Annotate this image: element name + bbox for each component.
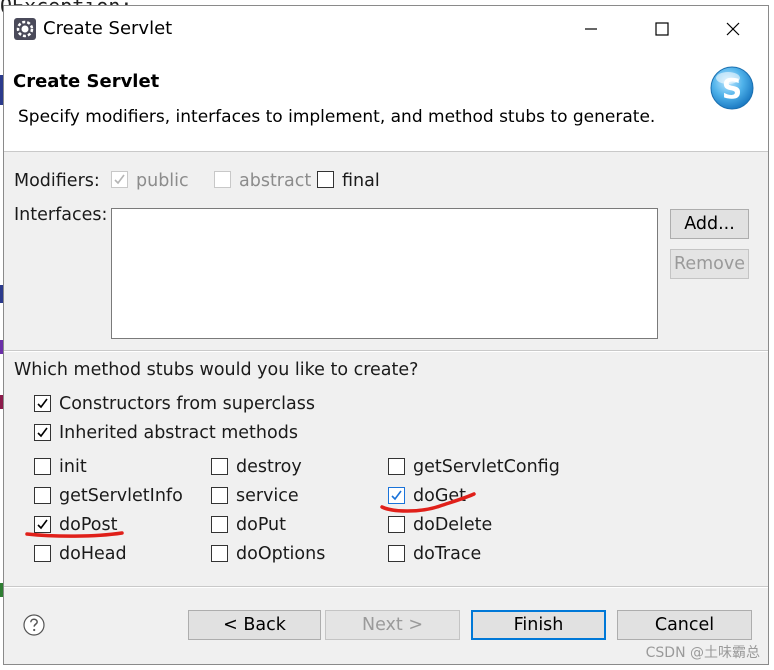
service-checkbox[interactable] [211, 487, 228, 504]
getservletinfo-checkbox[interactable] [34, 487, 51, 504]
minimize-icon [585, 28, 597, 30]
init-label: init [59, 457, 87, 477]
service-label: service [236, 486, 299, 506]
stubs-question: Which method stubs would you like to cre… [14, 360, 419, 380]
inherited-abstract-label: Inherited abstract methods [59, 423, 298, 443]
abstract-checkbox[interactable] [214, 171, 231, 188]
inherited-abstract-checkbox[interactable] [34, 424, 51, 441]
check-icon [37, 427, 48, 438]
servlet-logo-letter: S [722, 72, 742, 105]
getservletinfo-label: getServletInfo [59, 486, 183, 506]
servlet-logo-icon: S [710, 66, 754, 110]
destroy-checkbox[interactable] [211, 458, 228, 475]
separator [4, 351, 768, 352]
help-icon[interactable] [23, 614, 45, 636]
interfaces-label: Interfaces: [14, 205, 108, 225]
dotrace-label: doTrace [413, 544, 482, 564]
create-servlet-dialog: Create Servlet Create Servlet Specify mo… [3, 5, 769, 665]
doget-checkbox[interactable] [388, 487, 405, 504]
watermark-text: CSDN @土味霸总 [645, 645, 760, 661]
finish-button[interactable]: Finish [471, 610, 606, 640]
doget-label: doGet [413, 486, 467, 506]
final-label: final [342, 171, 380, 191]
public-checkbox[interactable] [111, 171, 128, 188]
window-title: Create Servlet [43, 18, 173, 39]
constructors-label: Constructors from superclass [59, 394, 315, 414]
dooptions-label: doOptions [236, 544, 326, 564]
dohead-label: doHead [59, 544, 127, 564]
dohead-checkbox[interactable] [34, 545, 51, 562]
close-button[interactable] [698, 6, 768, 52]
separator [4, 587, 768, 588]
minimize-button[interactable] [556, 6, 626, 52]
final-checkbox[interactable] [317, 171, 334, 188]
abstract-label: abstract [239, 171, 312, 191]
dopost-checkbox[interactable] [34, 516, 51, 533]
remove-interface-button[interactable]: Remove [670, 249, 749, 279]
interfaces-list[interactable] [111, 208, 658, 339]
wizard-title: Create Servlet [13, 71, 160, 92]
getservletconfig-checkbox[interactable] [388, 458, 405, 475]
doput-label: doPut [236, 515, 287, 535]
dodelete-label: doDelete [413, 515, 493, 535]
init-checkbox[interactable] [34, 458, 51, 475]
modifiers-label: Modifiers: [14, 171, 100, 191]
dotrace-checkbox[interactable] [388, 545, 405, 562]
doput-checkbox[interactable] [211, 516, 228, 533]
getservletconfig-label: getServletConfig [413, 457, 560, 477]
title-bar[interactable]: Create Servlet [4, 6, 768, 52]
public-label: public [136, 171, 189, 191]
add-interface-button[interactable]: Add... [670, 209, 749, 239]
check-icon [391, 490, 402, 501]
next-button[interactable]: Next > [325, 610, 460, 640]
check-icon [37, 398, 48, 409]
dodelete-checkbox[interactable] [388, 516, 405, 533]
close-icon [726, 22, 740, 36]
check-icon [114, 174, 125, 185]
dooptions-checkbox[interactable] [211, 545, 228, 562]
gear-icon [14, 18, 36, 40]
back-button[interactable]: < Back [188, 610, 321, 640]
wizard-header: Create Servlet Specify modifiers, interf… [4, 52, 768, 152]
dopost-label: doPost [59, 515, 118, 535]
destroy-label: destroy [236, 457, 302, 477]
wizard-description: Specify modifiers, interfaces to impleme… [18, 107, 656, 127]
cancel-button[interactable]: Cancel [617, 610, 752, 640]
constructors-checkbox[interactable] [34, 395, 51, 412]
maximize-icon [655, 22, 669, 36]
maximize-button[interactable] [627, 6, 697, 52]
check-icon [37, 519, 48, 530]
